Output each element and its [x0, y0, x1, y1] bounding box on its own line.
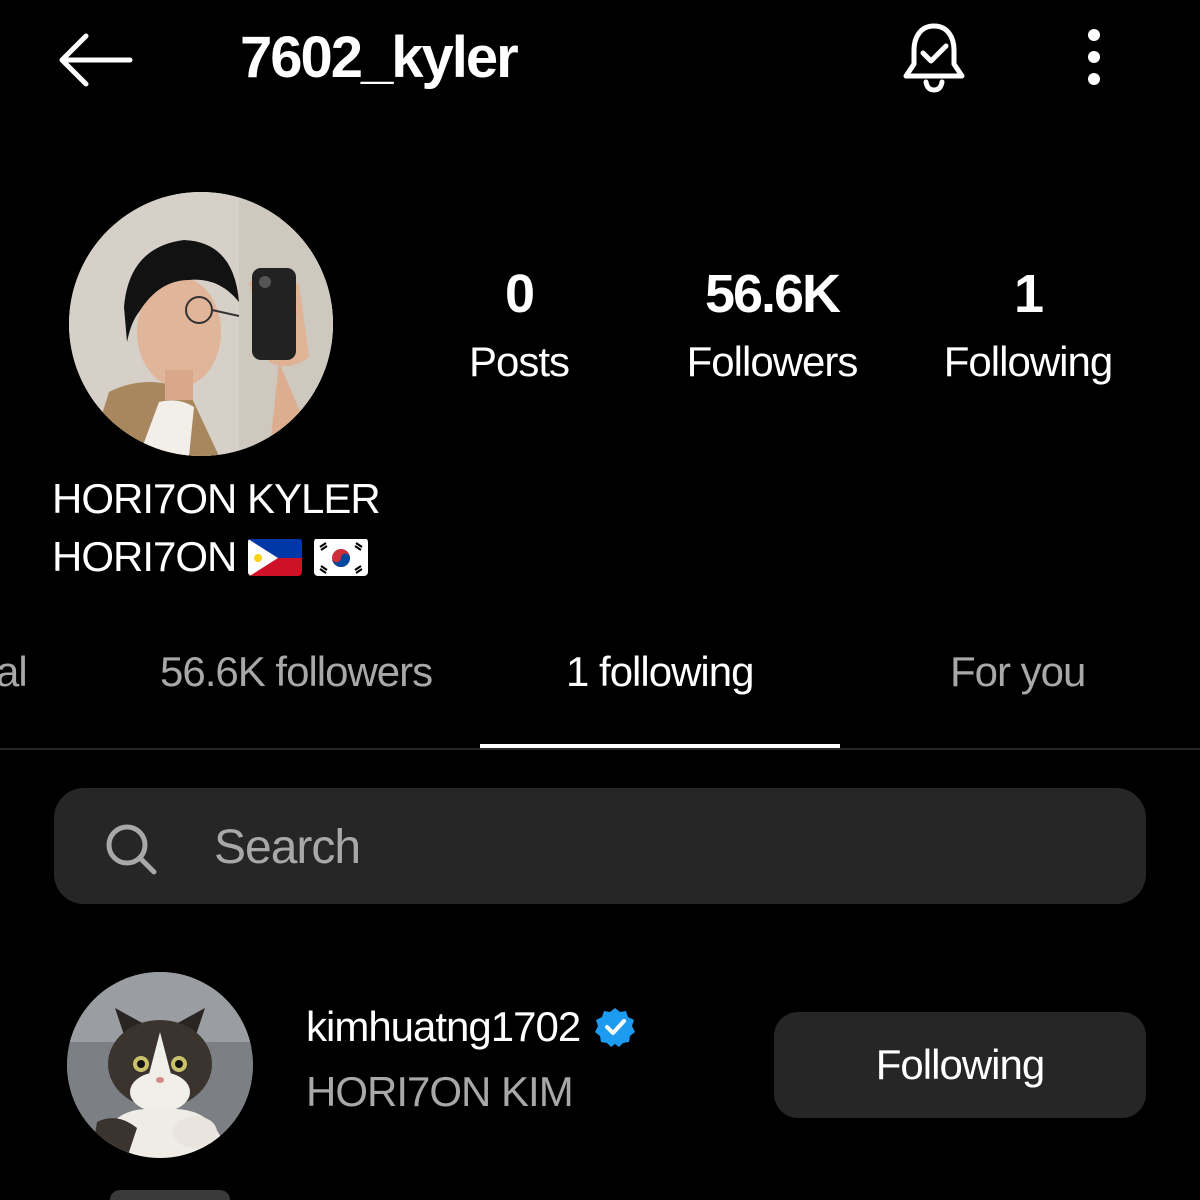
- followers-stat[interactable]: 56.6K Followers: [662, 264, 882, 388]
- profile-photo: [69, 192, 333, 456]
- tab-followers[interactable]: 56.6K followers: [160, 640, 433, 704]
- following-button[interactable]: Following: [774, 1012, 1146, 1118]
- posts-label: Posts: [468, 338, 570, 385]
- following-stat[interactable]: 1 Following: [918, 264, 1138, 388]
- profile-username-title: 7602_kyler: [240, 25, 519, 90]
- user-full-name: HORI7ON KIM: [306, 1068, 574, 1115]
- following-label: Following: [943, 338, 1113, 385]
- tab-divider: [0, 748, 1200, 750]
- cat-photo: [67, 972, 253, 1158]
- south-korea-flag-icon: [314, 538, 369, 576]
- verified-badge-icon: [595, 1008, 636, 1047]
- user-avatar[interactable]: [67, 972, 253, 1158]
- user-name-row[interactable]: kimhuatng1702: [306, 1002, 636, 1052]
- search-bar[interactable]: [54, 788, 1146, 904]
- next-user-avatar-peek: [110, 1190, 230, 1200]
- followers-label: Followers: [686, 338, 859, 385]
- arrow-left-icon: [59, 33, 133, 87]
- bell-check-icon: [903, 23, 965, 93]
- following-count: 1: [1013, 264, 1044, 324]
- search-input[interactable]: [212, 808, 1116, 886]
- back-button[interactable]: [50, 22, 138, 98]
- search-icon: [106, 824, 157, 875]
- user-username: kimhuatng1702: [306, 1003, 581, 1050]
- posts-count: 0: [504, 264, 535, 324]
- philippines-flag-icon: [248, 538, 303, 576]
- posts-stat[interactable]: 0 Posts: [409, 264, 629, 388]
- profile-display-name: HORI7ON KYLER: [52, 475, 381, 522]
- notifications-button[interactable]: [892, 18, 976, 98]
- followers-count: 56.6K: [704, 264, 841, 324]
- more-options-button[interactable]: [1066, 22, 1122, 92]
- bio-text: HORI7ON: [52, 533, 237, 580]
- tab-for-you[interactable]: For you: [950, 640, 1086, 704]
- more-vertical-icon: [1088, 29, 1100, 85]
- tab-following[interactable]: 1 following: [566, 640, 754, 704]
- profile-avatar[interactable]: [69, 192, 333, 456]
- profile-bio: HORI7ON: [52, 532, 369, 582]
- active-tab-indicator: [480, 744, 840, 748]
- tab-mutual[interactable]: al: [0, 640, 28, 704]
